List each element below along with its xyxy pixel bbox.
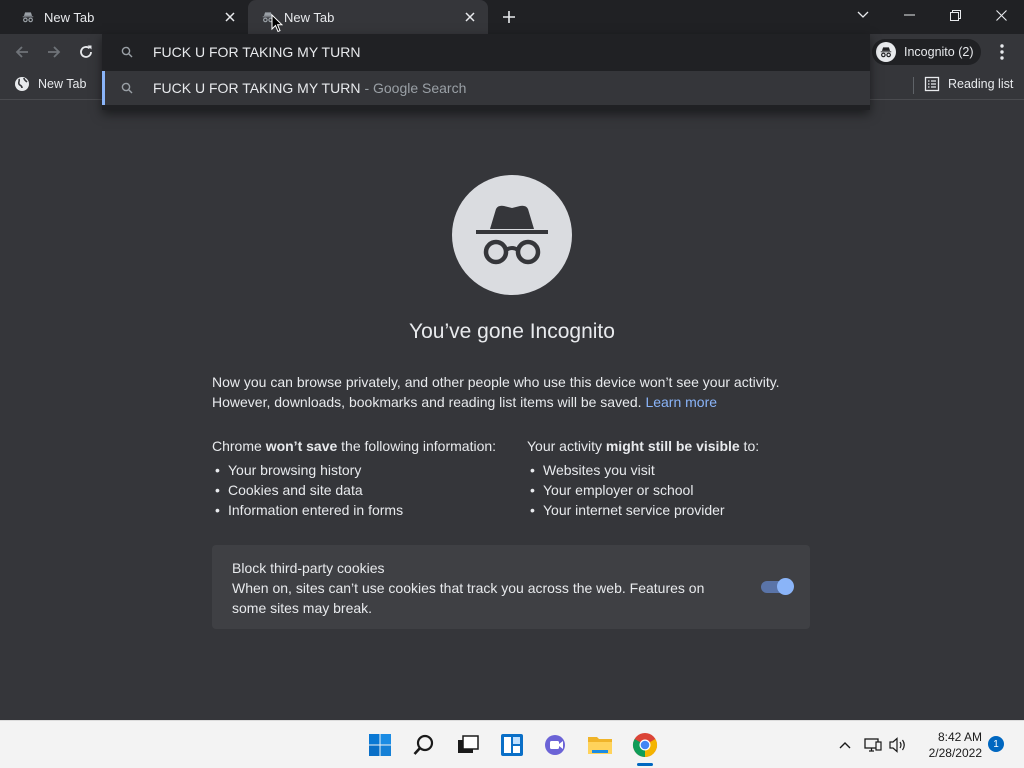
chrome-icon[interactable] — [629, 729, 661, 761]
mouse-cursor-icon — [271, 13, 284, 38]
more-menu-icon[interactable] — [990, 40, 1014, 64]
suggestion-selected-indicator — [102, 71, 105, 105]
close-icon[interactable] — [220, 7, 240, 27]
incognito-icon — [876, 42, 896, 62]
reading-list-label: Reading list — [948, 77, 1014, 91]
minimize-button[interactable] — [886, 0, 932, 30]
search-icon — [119, 44, 135, 60]
list-item: Your employer or school — [527, 480, 817, 500]
suggestion-text: FUCK U FOR TAKING MY TURN — [153, 80, 361, 96]
start-icon[interactable] — [364, 729, 396, 761]
volume-icon[interactable] — [886, 733, 910, 757]
address-bar[interactable]: FUCK U FOR TAKING MY TURN — [102, 34, 870, 70]
suggestion-suffix: - Google Search — [364, 80, 467, 96]
clock-date: 2/28/2022 — [928, 746, 982, 760]
notification-badge[interactable]: 1 — [988, 736, 1004, 752]
still-visible-section: Your activity might still be visible to:… — [527, 436, 817, 520]
cookie-card-title: Block third-party cookies — [232, 560, 385, 576]
wont-save-section: Chrome won’t save the following informat… — [212, 436, 512, 520]
address-input-text[interactable]: FUCK U FOR TAKING MY TURN — [153, 44, 360, 60]
list-item: Websites you visit — [527, 460, 817, 480]
tab-search-icon[interactable] — [840, 0, 886, 30]
system-clock[interactable]: 8:42 AM 2/28/2022 — [912, 729, 982, 761]
search-icon[interactable] — [408, 729, 440, 761]
close-window-button[interactable] — [978, 0, 1024, 30]
tab-1[interactable]: New Tab — [8, 0, 248, 34]
widgets-icon[interactable] — [496, 729, 528, 761]
new-tab-button[interactable] — [498, 6, 520, 28]
omnibox-suggestion[interactable]: FUCK U FOR TAKING MY TURN - Google Searc… — [102, 71, 870, 105]
bookmark-label: New Tab — [38, 77, 87, 91]
task-view-icon[interactable] — [452, 729, 484, 761]
teams-chat-icon[interactable] — [540, 729, 572, 761]
windows-taskbar: 8:42 AM 2/28/2022 — [0, 720, 1024, 768]
profile-label: Incognito (2) — [904, 45, 974, 59]
show-hidden-icons-icon[interactable] — [836, 733, 854, 757]
still-visible-heading: Your activity might still be visible to: — [527, 438, 760, 454]
incognito-icon — [20, 9, 36, 25]
cookie-controls-card: Block third-party cookies When on, sites… — [212, 545, 810, 629]
learn-more-link[interactable]: Learn more — [645, 394, 717, 410]
reload-button[interactable] — [72, 38, 100, 66]
network-icon[interactable] — [862, 733, 884, 757]
reading-list-button[interactable]: Reading list — [924, 76, 1013, 92]
active-app-indicator — [637, 763, 653, 766]
bookmark-new-tab[interactable]: New Tab — [14, 76, 86, 92]
bookmarks-divider — [913, 77, 914, 94]
list-item: Your internet service provider — [527, 500, 817, 520]
restore-button[interactable] — [932, 0, 978, 30]
list-item: Information entered in forms — [212, 500, 512, 520]
back-button[interactable] — [8, 38, 36, 66]
reading-list-icon — [924, 76, 940, 92]
tab-label: New Tab — [44, 9, 95, 25]
tab-2[interactable]: New Tab — [248, 0, 488, 34]
globe-icon — [15, 77, 29, 91]
page-title: You’ve gone Incognito — [409, 320, 615, 343]
block-cookies-toggle[interactable] — [761, 578, 794, 595]
intro-paragraph: Now you can browse privately, and other … — [212, 372, 812, 412]
title-bar: New Tab New Tab — [0, 0, 1024, 34]
wont-save-heading: Chrome won’t save the following informat… — [212, 438, 497, 454]
list-item: Your browsing history — [212, 460, 512, 480]
close-icon[interactable] — [460, 7, 480, 27]
file-explorer-icon[interactable] — [584, 729, 616, 761]
search-icon — [119, 80, 135, 96]
forward-button[interactable] — [40, 38, 68, 66]
clock-time: 8:42 AM — [937, 730, 982, 744]
tab-label: New Tab — [284, 9, 335, 25]
cookie-card-description: When on, sites can’t use cookies that tr… — [232, 580, 705, 616]
omnibox-dropdown: FUCK U FOR TAKING MY TURN FUCK U FOR TAK… — [102, 34, 870, 110]
list-item: Cookies and site data — [212, 480, 512, 500]
toggle-knob — [777, 578, 794, 595]
incognito-profile-button[interactable]: Incognito (2) — [872, 39, 982, 65]
incognito-logo-icon — [452, 175, 572, 295]
